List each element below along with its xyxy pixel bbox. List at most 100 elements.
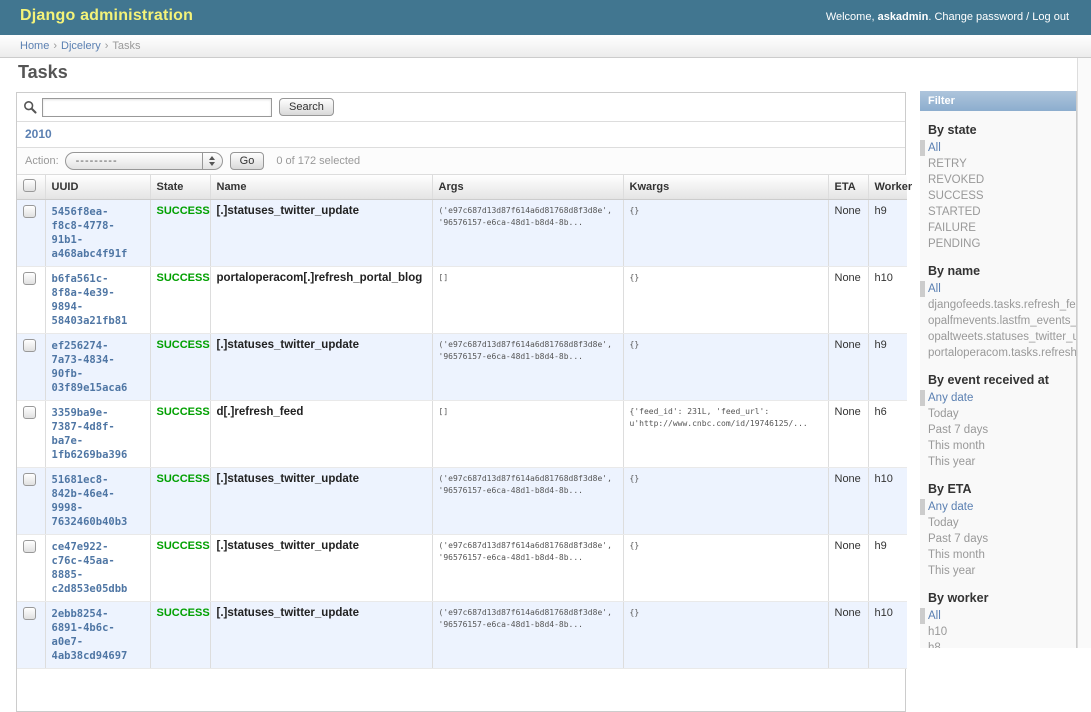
change-password-link[interactable]: Change password [934, 11, 1023, 23]
uuid-link[interactable]: 2ebb8254-6891-4b6c-a0e7-4ab38cd94697 [52, 607, 144, 663]
kwargs-line: {} [630, 607, 822, 619]
worker-cell: h10 [868, 468, 907, 535]
uuid-cell: 3359ba9e-7387-4d8f-ba7e-1fb6269ba396 [45, 401, 150, 468]
task-name: [.]statuses_twitter_update [217, 607, 360, 619]
uuid-link[interactable]: 51681ec8-842b-46e4-9998-7632460b40b3 [52, 473, 144, 529]
uuid-line: 7632460b40b3 [52, 515, 144, 529]
row-checkbox[interactable] [23, 406, 36, 419]
filter-option: FAILURE [920, 220, 1076, 236]
filter-option-link[interactable]: opalfmevents.lastfm_events_upd [928, 315, 1076, 327]
kwargs-line: {} [630, 205, 822, 217]
column-header-name[interactable]: Name [210, 175, 432, 200]
filter-option-link[interactable]: Past 7 days [928, 424, 988, 436]
filter-option-link[interactable]: All [928, 142, 941, 154]
row-checkbox[interactable] [23, 205, 36, 218]
go-button[interactable]: Go [230, 152, 265, 170]
uuid-line: 7a73-4834- [52, 353, 144, 367]
task-name: d[.]refresh_feed [217, 406, 304, 418]
table-header-row: UUIDStateNameArgsKwargsETAWorker [17, 175, 907, 200]
filter-option-link[interactable]: Past 7 days [928, 533, 988, 545]
breadcrumb: Home›Djcelery›Tasks [0, 35, 1091, 58]
filter-option-link[interactable]: REVOKED [928, 174, 984, 186]
filter-option-link[interactable]: This month [928, 549, 985, 561]
args-line: ('e97c687d13d87f614a6d81768d8f3d8e', [439, 473, 617, 485]
status-badge: SUCCESS [157, 205, 210, 217]
filter-option-link[interactable]: djangofeeds.tasks.refresh_feed [928, 299, 1076, 311]
uuid-line: 91b1- [52, 233, 144, 247]
row-select-cell [17, 535, 45, 602]
worker-cell: h9 [868, 535, 907, 602]
filter-sections: By stateAllRETRYREVOKEDSUCCESSSTARTEDFAI… [920, 123, 1076, 648]
filter-option-list: Allh10h8h6 [920, 608, 1076, 648]
filter-option-link[interactable]: Today [928, 408, 959, 420]
logout-link[interactable]: Log out [1032, 11, 1069, 23]
action-select[interactable]: --------- [65, 152, 223, 170]
column-header-kwargs[interactable]: Kwargs [623, 175, 828, 200]
row-checkbox[interactable] [23, 339, 36, 352]
filter-option-link[interactable]: This year [928, 456, 975, 468]
status-badge: SUCCESS [157, 607, 210, 619]
kwargs-cell: {} [623, 267, 828, 334]
breadcrumb-app-link[interactable]: Djcelery [61, 40, 101, 52]
filter-option-link[interactable]: RETRY [928, 158, 967, 170]
search-button[interactable]: Search [279, 98, 334, 116]
row-checkbox[interactable] [23, 473, 36, 486]
filter-option-link[interactable]: Today [928, 517, 959, 529]
breadcrumb-home-link[interactable]: Home [20, 40, 49, 52]
row-checkbox[interactable] [23, 272, 36, 285]
uuid-line: 4ab38cd94697 [52, 649, 144, 663]
args-cell: ('e97c687d13d87f614a6d81768d8f3d8e','965… [432, 334, 623, 401]
uuid-link[interactable]: 5456f8ea-f8c8-4778-91b1-a468abc4f91f [52, 205, 144, 261]
filter-option-link[interactable]: opaltweets.statuses_twitter_upd [928, 331, 1076, 343]
row-select-cell [17, 334, 45, 401]
vertical-scrollbar[interactable] [1077, 58, 1091, 648]
filter-option-link[interactable]: PENDING [928, 238, 980, 250]
uuid-link[interactable]: b6fa561c-8f8a-4e39-9894-58403a21fb81 [52, 272, 144, 328]
state-cell: SUCCESS [150, 267, 210, 334]
column-header-worker[interactable]: Worker [868, 175, 907, 200]
search-icon [23, 100, 37, 114]
row-checkbox[interactable] [23, 607, 36, 620]
uuid-link[interactable]: ef256274-7a73-4834-90fb-03f89e15aca6 [52, 339, 144, 395]
eta-cell: None [828, 334, 868, 401]
search-input[interactable] [42, 98, 272, 117]
filter-option-link[interactable]: Any date [928, 392, 973, 404]
worker-cell: h6 [868, 401, 907, 468]
row-select-cell [17, 200, 45, 267]
uuid-line: 6891-4b6c- [52, 621, 144, 635]
column-header-uuid[interactable]: UUID [45, 175, 150, 200]
date-hierarchy-year-link[interactable]: 2010 [25, 127, 52, 141]
filter-option-link[interactable]: This year [928, 565, 975, 577]
filter-option-list: All djangofeeds.tasks.refresh_feedopalfme… [920, 281, 1076, 361]
args-line: '96576157-e6ca-48d1-b8d4-8b... [439, 351, 617, 363]
filter-option: RETRY [920, 156, 1076, 172]
column-header-eta[interactable]: ETA [828, 175, 868, 200]
row-checkbox[interactable] [23, 540, 36, 553]
filter-option-link[interactable]: h8 [928, 642, 941, 648]
filter-option-link[interactable]: All [928, 283, 941, 295]
uuid-cell: b6fa561c-8f8a-4e39-9894-58403a21fb81 [45, 267, 150, 334]
filter-option-link[interactable]: This month [928, 440, 985, 452]
uuid-link[interactable]: ce47e922-c76c-45aa-8885-c2d853e05dbb [52, 540, 144, 596]
username: askadmin [878, 11, 929, 23]
filter-option-link[interactable]: h10 [928, 626, 947, 638]
uuid-link[interactable]: 3359ba9e-7387-4d8f-ba7e-1fb6269ba396 [52, 406, 144, 462]
user-tools: Welcome, askadmin. Change password / Log… [826, 11, 1069, 23]
uuid-line: 8885- [52, 568, 144, 582]
uuid-cell: ef256274-7a73-4834-90fb-03f89e15aca6 [45, 334, 150, 401]
status-badge: SUCCESS [157, 473, 210, 485]
worker-cell: h9 [868, 200, 907, 267]
args-line: '96576157-e6ca-48d1-b8d4-8b... [439, 619, 617, 631]
uuid-line: a0e7- [52, 635, 144, 649]
filter-option-link[interactable]: portaloperacom.tasks.refresh_po [928, 347, 1076, 359]
kwargs-cell: {} [623, 468, 828, 535]
filter-option-link[interactable]: SUCCESS [928, 190, 984, 202]
column-header-args[interactable]: Args [432, 175, 623, 200]
column-header-state[interactable]: State [150, 175, 210, 200]
select-all-checkbox[interactable] [23, 179, 36, 192]
filter-option-link[interactable]: FAILURE [928, 222, 976, 234]
args-line: ('e97c687d13d87f614a6d81768d8f3d8e', [439, 540, 617, 552]
filter-option-link[interactable]: Any date [928, 501, 973, 513]
filter-option-link[interactable]: All [928, 610, 941, 622]
filter-option-link[interactable]: STARTED [928, 206, 981, 218]
